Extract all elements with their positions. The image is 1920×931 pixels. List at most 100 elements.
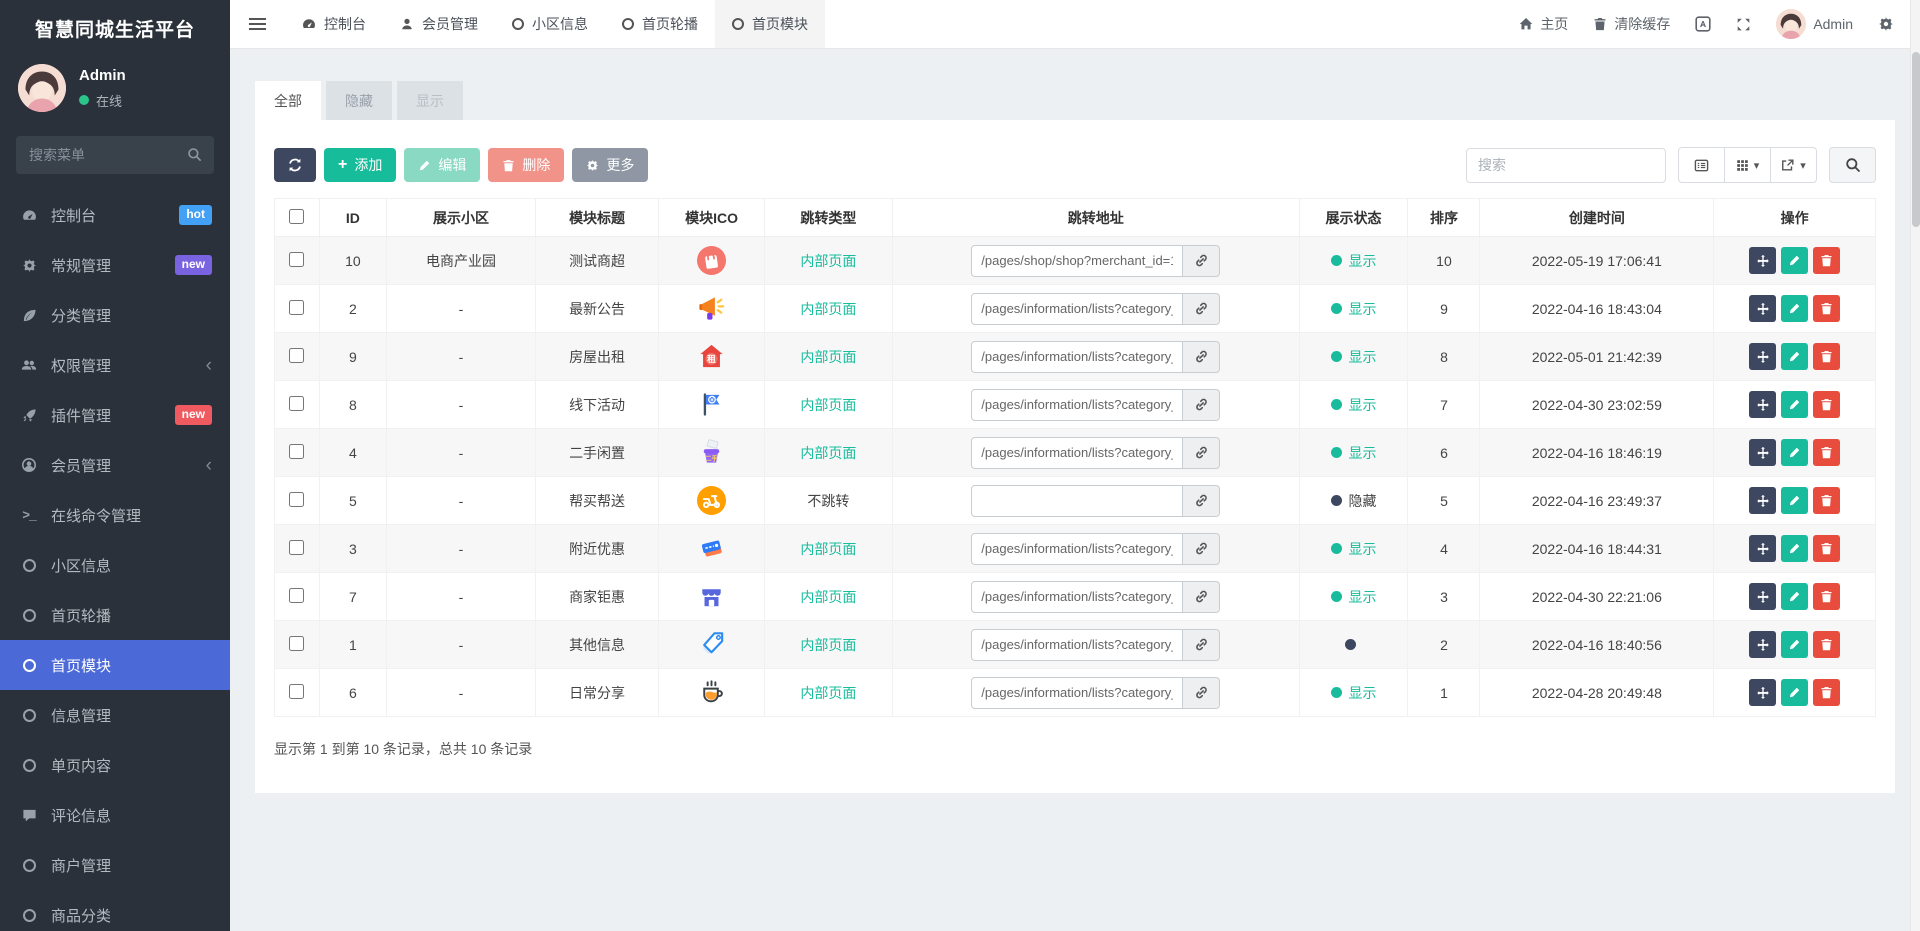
header-ico[interactable]: 模块ICO bbox=[658, 198, 765, 237]
row-checkbox[interactable] bbox=[289, 299, 305, 315]
drag-sort-button[interactable] bbox=[1749, 247, 1777, 274]
link-button[interactable] bbox=[1183, 580, 1221, 613]
more-button[interactable]: 更多 bbox=[572, 148, 649, 182]
home-link[interactable]: 主页 bbox=[1519, 14, 1568, 34]
header-created[interactable]: 创建时间 bbox=[1479, 198, 1715, 237]
refresh-button[interactable] bbox=[274, 148, 316, 182]
link-button[interactable] bbox=[1183, 532, 1221, 565]
row-delete-button[interactable] bbox=[1813, 535, 1841, 562]
sidebar-item-comments[interactable]: 评论信息 bbox=[0, 790, 230, 840]
drag-sort-button[interactable] bbox=[1749, 631, 1777, 658]
url-input[interactable] bbox=[971, 340, 1184, 373]
row-delete-button[interactable] bbox=[1813, 631, 1841, 658]
scrollbar-thumb[interactable] bbox=[1912, 52, 1920, 227]
link-button[interactable] bbox=[1183, 436, 1221, 469]
sidebar-item-command[interactable]: >_ 在线命令管理 bbox=[0, 490, 230, 540]
link-button[interactable] bbox=[1183, 340, 1221, 373]
row-delete-button[interactable] bbox=[1813, 391, 1841, 418]
sidebar-item-information[interactable]: 信息管理 bbox=[0, 690, 230, 740]
row-edit-button[interactable] bbox=[1781, 535, 1809, 562]
header-status[interactable]: 展示状态 bbox=[1298, 198, 1409, 237]
url-input[interactable] bbox=[971, 244, 1184, 277]
row-delete-button[interactable] bbox=[1813, 679, 1841, 706]
header-title[interactable]: 模块标题 bbox=[534, 198, 660, 237]
row-checkbox[interactable] bbox=[289, 347, 305, 363]
row-checkbox[interactable] bbox=[289, 395, 305, 411]
language-button[interactable] bbox=[1695, 16, 1711, 32]
sidebar-item-page-content[interactable]: 单页内容 bbox=[0, 740, 230, 790]
row-edit-button[interactable] bbox=[1781, 631, 1809, 658]
search-submit-button[interactable] bbox=[1829, 147, 1876, 183]
detail-view-button[interactable] bbox=[1678, 147, 1725, 183]
row-edit-button[interactable] bbox=[1781, 439, 1809, 466]
sidebar-item-banner[interactable]: 首页轮播 bbox=[0, 590, 230, 640]
row-checkbox[interactable] bbox=[289, 683, 305, 699]
row-checkbox[interactable] bbox=[289, 587, 305, 603]
row-delete-button[interactable] bbox=[1813, 295, 1841, 322]
link-button[interactable] bbox=[1183, 244, 1221, 277]
link-button[interactable] bbox=[1183, 292, 1221, 325]
row-edit-button[interactable] bbox=[1781, 295, 1809, 322]
url-input[interactable] bbox=[971, 388, 1184, 421]
row-checkbox[interactable] bbox=[289, 539, 305, 555]
url-input[interactable] bbox=[971, 628, 1184, 661]
nav-tab-home-module[interactable]: 首页模块 bbox=[715, 0, 825, 48]
settings-button[interactable] bbox=[1878, 16, 1894, 32]
sidebar-item-community-info[interactable]: 小区信息 bbox=[0, 540, 230, 590]
user-menu[interactable]: Admin bbox=[1776, 9, 1853, 39]
row-edit-button[interactable] bbox=[1781, 247, 1809, 274]
link-button[interactable] bbox=[1183, 676, 1221, 709]
header-community[interactable]: 展示小区 bbox=[386, 198, 536, 237]
drag-sort-button[interactable] bbox=[1749, 343, 1777, 370]
drag-sort-button[interactable] bbox=[1749, 583, 1777, 610]
sidebar-item-category[interactable]: 分类管理 bbox=[0, 290, 230, 340]
sidebar-item-home-module[interactable]: 首页模块 bbox=[0, 640, 230, 690]
row-checkbox[interactable] bbox=[289, 491, 305, 507]
row-edit-button[interactable] bbox=[1781, 343, 1809, 370]
drag-sort-button[interactable] bbox=[1749, 487, 1777, 514]
select-all-checkbox[interactable] bbox=[289, 208, 305, 224]
nav-tab-community-info[interactable]: 小区信息 bbox=[495, 0, 605, 48]
drag-sort-button[interactable] bbox=[1749, 439, 1777, 466]
link-button[interactable] bbox=[1183, 628, 1221, 661]
row-edit-button[interactable] bbox=[1781, 583, 1809, 610]
row-checkbox[interactable] bbox=[289, 251, 305, 267]
menu-toggle-button[interactable] bbox=[230, 0, 285, 48]
nav-tab-console[interactable]: 控制台 bbox=[285, 0, 383, 48]
url-input[interactable] bbox=[971, 484, 1184, 517]
url-input[interactable] bbox=[971, 292, 1184, 325]
row-delete-button[interactable] bbox=[1813, 247, 1841, 274]
header-id[interactable]: ID bbox=[318, 198, 388, 237]
header-url[interactable]: 跳转地址 bbox=[891, 198, 1300, 237]
sidebar-item-member[interactable]: 会员管理 ‹ bbox=[0, 440, 230, 490]
sidebar-item-goods-category[interactable]: 商品分类 bbox=[0, 890, 230, 931]
nav-tab-member[interactable]: 会员管理 bbox=[383, 0, 495, 48]
link-button[interactable] bbox=[1183, 388, 1221, 421]
fullscreen-button[interactable] bbox=[1736, 17, 1751, 32]
tab-hidden[interactable]: 隐藏 bbox=[326, 81, 392, 120]
row-delete-button[interactable] bbox=[1813, 487, 1841, 514]
drag-sort-button[interactable] bbox=[1749, 295, 1777, 322]
table-search-input[interactable] bbox=[1466, 147, 1666, 183]
row-delete-button[interactable] bbox=[1813, 439, 1841, 466]
sidebar-item-general[interactable]: 常规管理 new bbox=[0, 240, 230, 290]
row-delete-button[interactable] bbox=[1813, 583, 1841, 610]
url-input[interactable] bbox=[971, 580, 1184, 613]
url-input[interactable] bbox=[971, 532, 1184, 565]
url-input[interactable] bbox=[971, 436, 1184, 469]
sidebar-item-auth[interactable]: 权限管理 ‹ bbox=[0, 340, 230, 390]
drag-sort-button[interactable] bbox=[1749, 391, 1777, 418]
sidebar-item-console[interactable]: 控制台 hot bbox=[0, 190, 230, 240]
tab-shown[interactable]: 显示 bbox=[397, 81, 463, 120]
drag-sort-button[interactable] bbox=[1749, 679, 1777, 706]
drag-sort-button[interactable] bbox=[1749, 535, 1777, 562]
nav-tab-banner[interactable]: 首页轮播 bbox=[605, 0, 715, 48]
row-delete-button[interactable] bbox=[1813, 343, 1841, 370]
header-jump-type[interactable]: 跳转类型 bbox=[763, 198, 893, 237]
row-edit-button[interactable] bbox=[1781, 487, 1809, 514]
add-button[interactable]: + 添加 bbox=[324, 148, 397, 182]
edit-button[interactable]: 编辑 bbox=[404, 148, 481, 182]
row-checkbox[interactable] bbox=[289, 635, 305, 651]
header-sort[interactable]: 排序 bbox=[1407, 198, 1481, 237]
row-edit-button[interactable] bbox=[1781, 679, 1809, 706]
